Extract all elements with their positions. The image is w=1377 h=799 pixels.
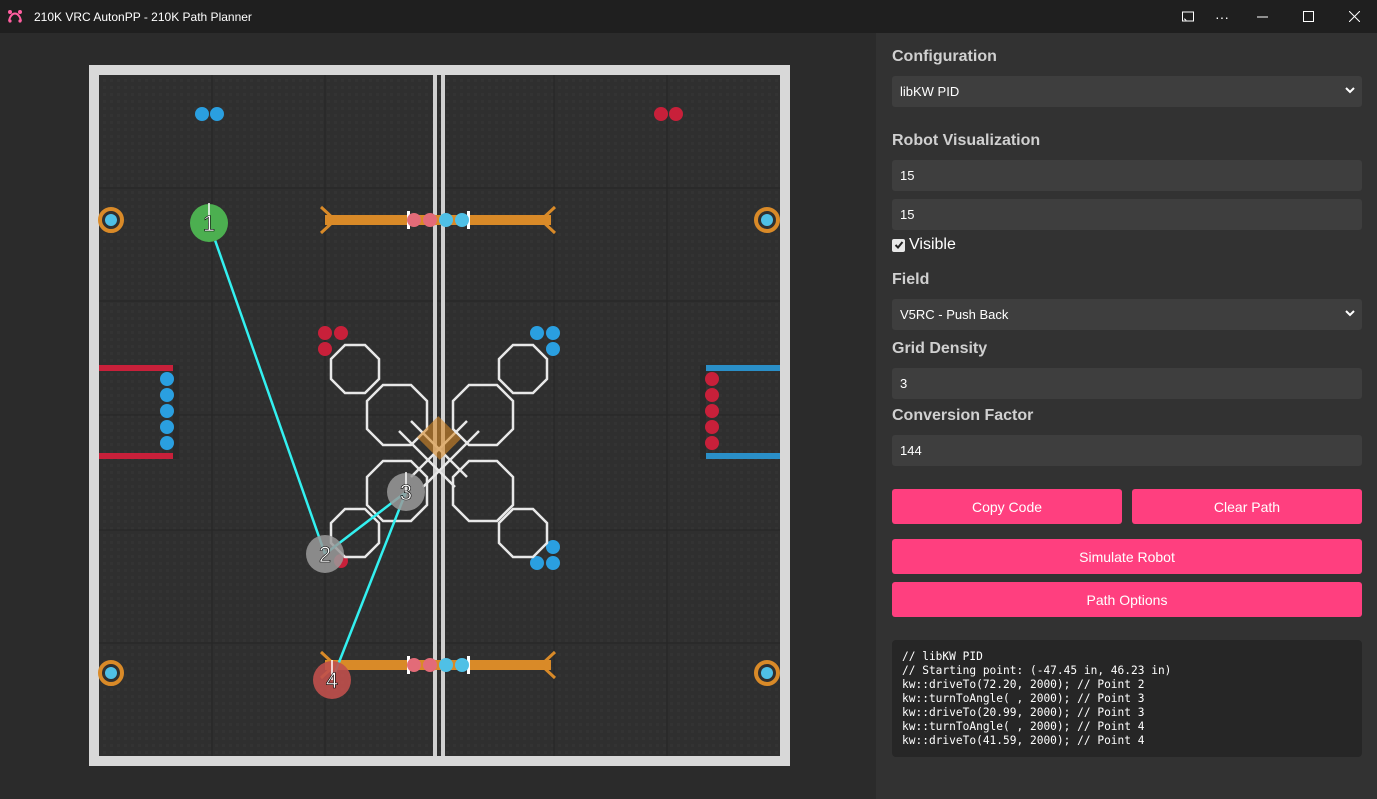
minimize-icon[interactable]: [1239, 0, 1285, 33]
field-value: V5RC - Push Back: [900, 307, 1009, 322]
app-logo-icon: [8, 10, 22, 23]
code-line: kw::driveTo(72.20, 2000); // Point 2: [902, 678, 1145, 691]
maximize-icon[interactable]: [1285, 0, 1331, 33]
close-icon[interactable]: [1331, 0, 1377, 33]
chevron-down-icon: [1345, 87, 1355, 94]
field-canvas[interactable]: 1 2 3 4: [89, 65, 790, 786]
chevron-down-icon: [1345, 310, 1355, 317]
checkmark-icon: [894, 241, 903, 249]
robot-width-input[interactable]: 15: [892, 160, 1362, 191]
field-canvas-area: 1 2 3 4: [0, 33, 876, 799]
path-point-label: 2: [319, 542, 331, 567]
code-line: // Starting point: (-47.45 in, 46.23 in): [902, 664, 1172, 677]
code-line: kw::driveTo(41.59, 2000); // Point 4: [902, 734, 1145, 747]
code-line: kw::turnToAngle( , 2000); // Point 3: [902, 692, 1145, 705]
window-title: 210K VRC AutonPP - 210K Path Planner: [34, 10, 252, 24]
field-image: 1 2 3 4: [89, 65, 790, 786]
grid-density-label: Grid Density: [892, 340, 988, 357]
field-select[interactable]: V5RC - Push Back: [892, 299, 1362, 330]
configuration-label: Configuration: [892, 48, 997, 65]
robot-visualization-label: Robot Visualization: [892, 132, 1041, 149]
settings-sidebar: Configuration libKW PID Robot Visualizat…: [876, 33, 1377, 799]
configuration-value: libKW PID: [900, 84, 960, 99]
visible-toggle[interactable]: Visible: [892, 236, 956, 254]
visible-label: Visible: [909, 236, 956, 253]
visible-checkbox[interactable]: [892, 238, 905, 252]
field-label: Field: [892, 271, 930, 288]
code-line: // libKW PID: [902, 650, 983, 663]
path-point-label: 4: [326, 668, 338, 693]
path-point-label: 3: [400, 480, 412, 505]
title-bar: 210K VRC AutonPP - 210K Path Planner ···: [0, 0, 1377, 33]
conversion-factor-input[interactable]: 144: [892, 435, 1362, 466]
path-point-label: 1: [203, 211, 215, 236]
robot-length-input[interactable]: 15: [892, 199, 1362, 230]
configuration-select[interactable]: libKW PID: [892, 76, 1362, 107]
conversion-factor-label: Conversion Factor: [892, 407, 1034, 424]
path-options-button[interactable]: Path Options: [892, 582, 1362, 617]
code-line: kw::turnToAngle( , 2000); // Point 4: [902, 720, 1145, 733]
simulate-robot-button[interactable]: Simulate Robot: [892, 539, 1362, 574]
clear-path-button[interactable]: Clear Path: [1132, 489, 1362, 524]
generated-code-block: // libKW PID // Starting point: (-47.45 …: [892, 640, 1362, 757]
copy-code-button[interactable]: Copy Code: [892, 489, 1122, 524]
code-line: kw::driveTo(20.99, 2000); // Point 3: [902, 706, 1145, 719]
grid-density-input[interactable]: 3: [892, 368, 1362, 399]
